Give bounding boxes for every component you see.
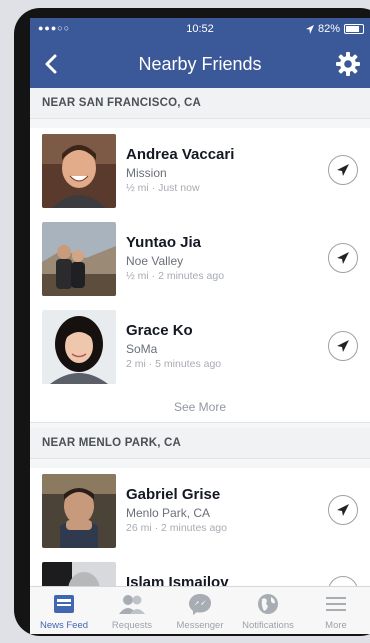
friend-distance-time: ½ mi · Just now (126, 182, 200, 194)
friend-row[interactable]: Andrea Vaccari Mission ½ mi · Just now (30, 128, 370, 217)
friend-row[interactable]: Grace Ko SoMa 2 mi · 5 minutes ago (30, 304, 370, 393)
section-header-menlo-park: NEAR MENLO PARK, CA (30, 428, 370, 459)
friend-name[interactable]: Grace Ko (126, 322, 193, 339)
friend-distance-time: 2 mi · 5 minutes ago (126, 358, 222, 370)
tab-label: Requests (111, 620, 153, 631)
navigation-arrow-icon (337, 164, 349, 176)
battery-percent: 82% (317, 23, 340, 35)
tab-more[interactable]: More (302, 587, 370, 634)
tab-bar: News Feed Requests Messenger Notificatio… (30, 586, 370, 634)
avatar[interactable] (42, 134, 116, 208)
app-screen: ●●●○○ 10:52 82% Nearby Friends NEAR SAN … (30, 18, 370, 634)
locate-friend-button[interactable] (328, 243, 358, 273)
location-arrow-icon (305, 24, 314, 34)
friend-row[interactable]: Yuntao Jia Noe Valley ½ mi · 2 minutes a… (30, 216, 370, 305)
battery-icon (344, 24, 364, 34)
friend-location: Noe Valley (126, 254, 184, 268)
gear-icon (336, 52, 360, 76)
friend-row[interactable]: Gabriel Grise Menlo Park, CA 26 mi · 2 m… (30, 468, 370, 557)
see-more-link[interactable]: See More (30, 392, 370, 423)
battery-indicator: 82% (305, 23, 364, 35)
section-header-san-francisco: NEAR SAN FRANCISCO, CA (30, 88, 370, 119)
avatar[interactable] (42, 474, 116, 548)
friend-name[interactable]: Gabriel Grise (126, 486, 220, 503)
tab-label: News Feed (39, 620, 89, 631)
requests-icon (119, 595, 145, 614)
tab-label: Notifications (242, 620, 294, 631)
section-header-label: NEAR SAN FRANCISCO, CA (42, 97, 202, 109)
friend-name[interactable]: Andrea Vaccari (126, 146, 234, 163)
friend-distance-time: ½ mi · 2 minutes ago (126, 270, 225, 282)
tab-label: More (325, 620, 347, 631)
nav-bar: Nearby Friends (30, 40, 370, 88)
news-feed-icon (54, 595, 74, 613)
friend-location: Menlo Park, CA (126, 506, 211, 520)
tab-notifications[interactable]: Notifications (234, 587, 302, 634)
globe-icon (258, 594, 278, 614)
locate-friend-button[interactable] (328, 331, 358, 361)
menu-icon (326, 597, 346, 611)
tab-requests[interactable]: Requests (98, 587, 166, 634)
tab-news-feed[interactable]: News Feed (30, 587, 98, 634)
avatar[interactable] (42, 222, 116, 296)
messenger-icon (189, 594, 211, 615)
tab-label: Messenger (176, 620, 224, 631)
locate-friend-button[interactable] (328, 495, 358, 525)
friend-distance-time: 26 mi · 2 minutes ago (126, 522, 227, 534)
navigation-arrow-icon (337, 252, 349, 264)
friend-name[interactable]: Yuntao Jia (126, 234, 201, 251)
avatar[interactable] (42, 310, 116, 384)
friend-location: Mission (126, 166, 167, 180)
locate-friend-button[interactable] (328, 155, 358, 185)
navigation-arrow-icon (337, 504, 349, 516)
status-bar: ●●●○○ 10:52 82% (30, 18, 370, 40)
tab-messenger[interactable]: Messenger (166, 587, 234, 634)
section-header-label: NEAR MENLO PARK, CA (42, 437, 182, 449)
navigation-arrow-icon (337, 340, 349, 352)
settings-button[interactable] (334, 50, 362, 78)
page-title: Nearby Friends (138, 54, 262, 74)
friend-location: SoMa (126, 342, 158, 356)
